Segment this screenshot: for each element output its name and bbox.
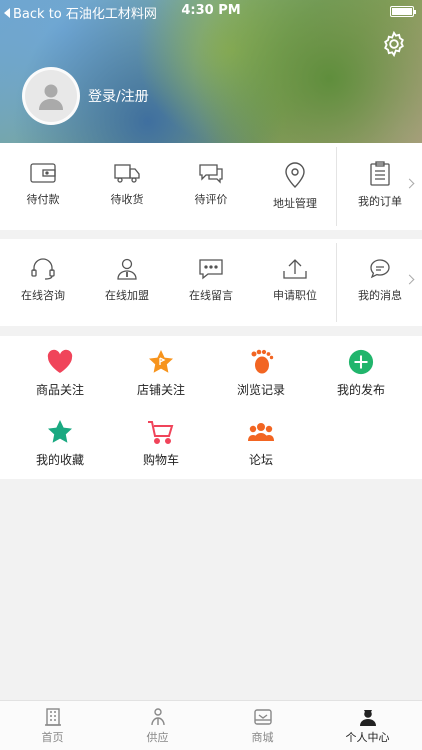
- order-label: 地址管理: [273, 197, 317, 210]
- clock: 4:30 PM: [181, 3, 241, 18]
- star-icon: [48, 420, 72, 443]
- heart-icon: [47, 349, 73, 373]
- footprint-icon: [251, 349, 274, 374]
- tab-label: 首页: [41, 731, 64, 744]
- feature-label: 店铺关注: [136, 383, 185, 397]
- online-join[interactable]: 在线加盟: [84, 239, 170, 326]
- online-message[interactable]: 在线留言: [168, 239, 254, 326]
- feature-label: 商品关注: [35, 383, 84, 397]
- wallet-icon: [30, 163, 56, 183]
- login-register-link[interactable]: 登录/注册: [88, 86, 149, 106]
- my-orders-label: 我的订单: [358, 195, 402, 208]
- feature-label: 论坛: [248, 453, 273, 467]
- feature-label: 购物车: [142, 453, 179, 467]
- location-pin-icon: [285, 162, 305, 188]
- service-label: 在线咨询: [21, 289, 65, 302]
- forum[interactable]: 论坛: [211, 419, 311, 468]
- person-icon: [359, 710, 376, 726]
- user-silhouette-icon: [39, 84, 63, 110]
- star-flag-icon: [149, 350, 173, 373]
- status-bar: Back to 石油化工材料网 4:30 PM: [0, 0, 422, 22]
- supply-icon: [150, 708, 165, 726]
- service-label: 在线留言: [189, 289, 233, 302]
- order-label: 待评价: [194, 193, 228, 206]
- order-pending-payment[interactable]: 待付款: [0, 143, 86, 230]
- address-management[interactable]: 地址管理: [252, 143, 338, 230]
- group-icon: [248, 423, 274, 441]
- order-label: 待收货: [110, 193, 144, 206]
- my-posts[interactable]: 我的发布: [311, 349, 411, 398]
- tab-home[interactable]: 首页: [0, 701, 105, 750]
- my-favorites[interactable]: 我的收藏: [10, 419, 110, 468]
- cart-icon: [148, 421, 174, 444]
- tab-label: 供应: [146, 731, 169, 744]
- feature-label: 我的发布: [336, 383, 385, 397]
- browse-history[interactable]: 浏览记录: [211, 349, 311, 398]
- service-label: 申请职位: [273, 289, 317, 302]
- tab-profile[interactable]: 个人中心: [315, 701, 420, 750]
- service-shortcuts: 在线咨询 在线加盟 在线留言 申请职位 我的消息: [0, 239, 422, 326]
- settings-gear-icon[interactable]: [380, 30, 408, 58]
- bottom-tab-bar: 首页 供应 商城 个人中心: [0, 700, 422, 750]
- shop-follow[interactable]: 店铺关注: [111, 349, 211, 398]
- plus-circle-icon: [348, 349, 374, 375]
- comment-icon: [199, 164, 223, 184]
- tab-label: 个人中心: [345, 731, 390, 744]
- chat-bubble-icon: [370, 259, 390, 279]
- my-messages-label: 我的消息: [358, 289, 402, 302]
- avatar[interactable]: [22, 67, 80, 125]
- order-pending-receipt[interactable]: 待收货: [84, 143, 170, 230]
- mall-icon: [253, 709, 272, 725]
- building-icon: [44, 708, 61, 726]
- service-label: 在线加盟: [105, 289, 149, 302]
- battery-icon: [390, 6, 416, 17]
- feature-label: 我的收藏: [35, 453, 84, 467]
- order-list-icon: [370, 161, 390, 186]
- order-pending-review[interactable]: 待评价: [168, 143, 254, 230]
- shopping-cart[interactable]: 购物车: [111, 419, 211, 468]
- apply-position[interactable]: 申请职位: [252, 239, 338, 326]
- order-label: 待付款: [26, 193, 60, 206]
- headset-icon: [31, 258, 55, 280]
- feature-label: 浏览记录: [236, 383, 285, 397]
- tab-supply[interactable]: 供应: [105, 701, 210, 750]
- personal-features-grid: 商品关注 店铺关注 浏览记录 我的发布 我的收藏 购物车 论坛: [0, 336, 422, 479]
- truck-icon: [114, 164, 140, 183]
- tab-label: 商城: [251, 731, 274, 744]
- order-shortcuts: 待付款 待收货 待评价 地址管理 我的订单: [0, 143, 422, 230]
- online-consult[interactable]: 在线咨询: [0, 239, 86, 326]
- product-follow[interactable]: 商品关注: [10, 349, 110, 398]
- message-icon: [199, 259, 223, 280]
- upload-icon: [283, 259, 307, 279]
- user-join-icon: [117, 258, 137, 280]
- tab-mall[interactable]: 商城: [210, 701, 315, 750]
